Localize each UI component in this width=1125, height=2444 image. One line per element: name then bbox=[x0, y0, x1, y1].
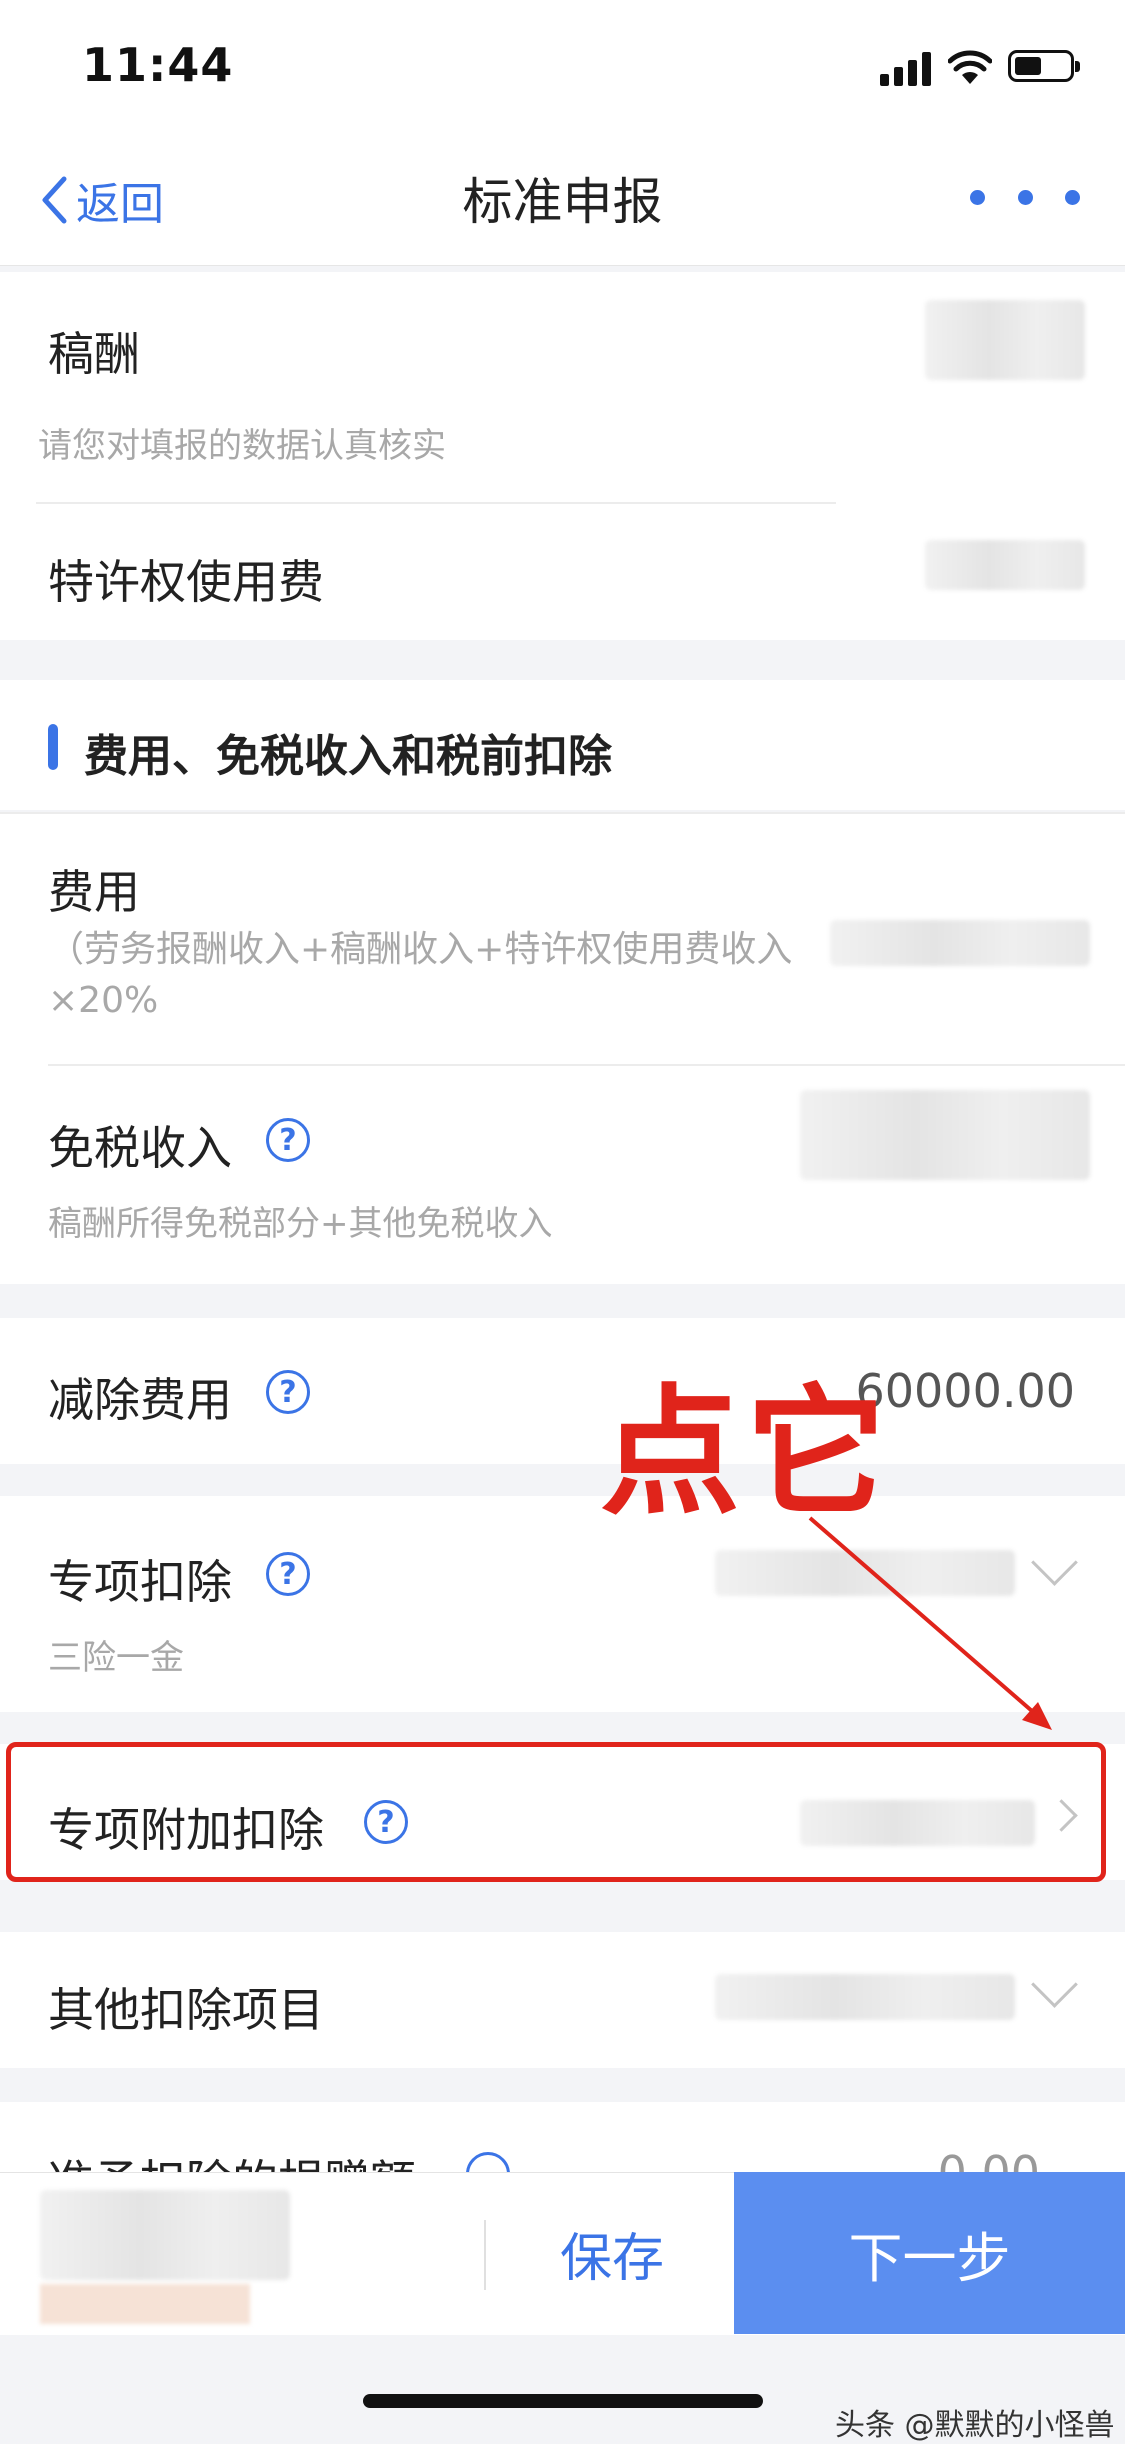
other-deduction-label: 其他扣除项目 bbox=[48, 1983, 324, 2037]
help-circle-icon[interactable]: ? bbox=[266, 1552, 310, 1596]
expense-formula-blurred bbox=[830, 920, 1090, 966]
divider bbox=[36, 502, 836, 504]
donation-row[interactable]: 准予扣除的捐赠额 0.00 bbox=[0, 2102, 1125, 2172]
bottom-divider bbox=[484, 2220, 486, 2290]
home-indicator[interactable] bbox=[363, 2394, 763, 2408]
license-fee-label[interactable]: 特许权使用费 bbox=[48, 546, 324, 612]
divider bbox=[48, 1064, 1125, 1066]
expense-formula-tail: ×20% bbox=[48, 980, 159, 1021]
help-circle-icon[interactable]: ? bbox=[266, 1118, 310, 1162]
annotation-arrow bbox=[808, 1516, 1052, 1730]
section-title: 费用、免税收入和税前扣除 bbox=[84, 731, 612, 782]
help-circle-icon[interactable] bbox=[466, 2152, 510, 2172]
signal-icon bbox=[880, 52, 934, 86]
expense-formula: （劳务报酬收入+稿酬收入+特许权使用费收入 bbox=[48, 929, 793, 970]
wifi-icon bbox=[947, 48, 993, 86]
royalty-label: 稿酬 bbox=[48, 327, 140, 381]
royalty-hint: 请您对填报的数据认真核实 bbox=[38, 426, 446, 466]
other-deduction-value-blurred bbox=[715, 1974, 1015, 2020]
highlight-box bbox=[6, 1742, 1106, 1882]
deduct-expense-label: 减除费用 bbox=[48, 1373, 232, 1427]
license-fee-value-blurred bbox=[925, 540, 1085, 590]
bottom-amount-blurred bbox=[40, 2190, 290, 2280]
page-title: 标准申报 bbox=[462, 173, 663, 231]
tax-free-income-label: 免税收入 bbox=[48, 1121, 232, 1175]
special-deduction-hint: 三险一金 bbox=[48, 1638, 184, 1678]
watermark: 头条 @默默的小怪兽 bbox=[835, 2408, 1115, 2443]
special-deduction-label: 专项扣除 bbox=[48, 1555, 232, 1609]
expense-label: 费用 bbox=[48, 865, 140, 919]
royalty-value-blurred bbox=[925, 300, 1085, 380]
next-step-button[interactable]: 下一步 bbox=[734, 2172, 1125, 2334]
tax-free-income-value-blurred bbox=[800, 1090, 1090, 1180]
tax-free-income-hint: 稿酬所得免税部分+其他免税收入 bbox=[48, 1204, 553, 1244]
donation-value: 0.00 bbox=[850, 2146, 1040, 2172]
section-accent-bar bbox=[48, 724, 58, 770]
bottom-amount-blurred-accent bbox=[40, 2284, 250, 2324]
help-circle-icon[interactable]: ? bbox=[266, 1370, 310, 1414]
battery-icon bbox=[1008, 50, 1080, 82]
save-button[interactable]: 保存 bbox=[490, 2172, 734, 2334]
more-dots-icon[interactable] bbox=[970, 190, 1080, 210]
status-time: 11:44 bbox=[82, 38, 234, 92]
donation-label: 准予扣除的捐赠额 bbox=[48, 2146, 416, 2172]
